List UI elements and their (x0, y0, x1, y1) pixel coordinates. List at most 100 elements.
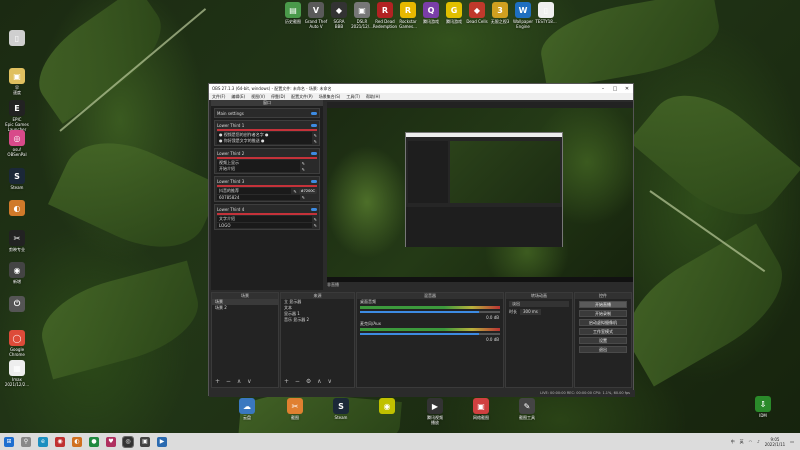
edit-icon[interactable]: ✎ (314, 217, 317, 222)
toggle-switch[interactable] (311, 179, 317, 183)
wallpaper-leaf (628, 72, 800, 238)
lower-third-text-row: 文字介绍 ✎ (217, 216, 317, 222)
lower-third-text-input[interactable]: ● 你好我是文字的推送 ● (217, 138, 312, 144)
search-icon[interactable]: ⚲ (21, 436, 31, 447)
volume-slider[interactable] (360, 333, 500, 335)
program-preview[interactable] (327, 102, 633, 282)
lower-third-divider (217, 129, 317, 131)
app-icon[interactable]: ♥ (106, 436, 116, 447)
edit-icon[interactable]: ✎ (314, 139, 317, 144)
scene-item[interactable]: 场景 2 (212, 305, 278, 311)
stream-status-label: 非直播 (327, 282, 339, 287)
desktop-icon[interactable]: ▯ TESTY18... (531, 2, 561, 24)
lower-third-header[interactable]: Lower Third 3 (217, 178, 317, 184)
lower-third-text-input[interactable]: 抖音的推荐 (217, 188, 292, 194)
app-icon[interactable]: ● (89, 436, 99, 447)
edit-icon[interactable]: ✎ (314, 223, 317, 228)
transition-select[interactable]: 淡出 (509, 301, 569, 307)
sources-toolbar[interactable]: + − ⚙ ∧ ∨ (284, 378, 334, 385)
volume-icon[interactable]: ♪ (757, 439, 760, 444)
desktop-icon[interactable]: S Steam (326, 398, 356, 420)
virtual-camera-button[interactable]: 启动虚拟摄像机 (579, 319, 627, 326)
desktop-icon[interactable]: ✎ 截图工具 (512, 398, 542, 420)
color-badge[interactable]: #7200C (298, 188, 317, 194)
menu-tools[interactable]: 工具(T) (346, 94, 360, 100)
menu-help[interactable]: 帮助(H) (366, 94, 380, 100)
edge-icon[interactable]: e (38, 436, 48, 447)
lower-third-header[interactable]: Main settings (217, 110, 317, 116)
desktop-icon[interactable]: ✂ 截图 (280, 398, 310, 420)
toggle-switch[interactable] (311, 151, 317, 155)
volume-slider[interactable] (360, 311, 500, 313)
desktop-icon[interactable]: ✂ 剪映专业 (2, 230, 32, 252)
studio-mode-button[interactable]: 工作室模式 (579, 328, 627, 335)
toggle-switch[interactable] (311, 207, 317, 211)
edit-icon[interactable]: ✎ (314, 133, 317, 138)
exit-button[interactable]: 退出 (579, 346, 627, 353)
nested-obs-preview (405, 132, 563, 247)
desktop-icon[interactable]: ⏻ (2, 296, 32, 313)
close-icon[interactable]: ✕ (621, 86, 633, 92)
duration-label: 时长 (509, 309, 517, 314)
desktop-icon[interactable]: ▦ Imax 2021/12/2... (2, 360, 32, 387)
start-streaming-button[interactable]: 开始直播 (579, 301, 627, 308)
edit-icon[interactable]: ✎ (302, 167, 305, 172)
desktop-icon[interactable]: ◯ Google Chrome (2, 330, 32, 357)
start-recording-button[interactable]: 开始录制 (579, 310, 627, 317)
desktop-icon[interactable]: ◐ (2, 200, 32, 217)
sources-panel: 来源 立 显示器 文本 显示器 1 音乐 显示器 2 + − ⚙ ∧ ∨ (280, 292, 355, 388)
desktop-icon[interactable]: EEPIC Epic Games Launcher (2, 100, 32, 132)
app-icon[interactable]: ▶ (157, 436, 167, 447)
menu-file[interactable]: 文件(F) (212, 94, 225, 100)
obs-window[interactable]: OBS 27.1.3 (64-bit, windows) - 配置文件: 未命名… (208, 83, 635, 397)
duration-input[interactable]: 300 ms (520, 309, 541, 315)
desktop-icon[interactable]: ◉ 新增 (2, 262, 32, 284)
desktop-icon[interactable]: ◉ (372, 398, 402, 415)
edit-icon[interactable]: ✎ (302, 161, 305, 166)
desktop-icon[interactable]: ▣ 早 速度 (2, 68, 32, 95)
settings-button[interactable]: 设置 (579, 337, 627, 344)
app-icon[interactable]: ▣ (140, 436, 150, 447)
menu-scene-collection[interactable]: 场景集合(S) (319, 94, 341, 100)
lower-third-header[interactable]: Lower Third 1 (217, 122, 317, 128)
menu-edit[interactable]: 编辑(E) (231, 94, 245, 100)
lower-third-text-input[interactable]: 文字介绍 (217, 216, 312, 222)
wallpaper-leaf (22, 0, 178, 124)
clock[interactable]: 9:05 2022/1/11 (765, 437, 786, 447)
tray-item[interactable]: 英 (740, 439, 744, 445)
desktop-icon[interactable]: ▣ 网络截图 (466, 398, 496, 420)
desktop-icon[interactable]: ▶ 腾讯视频 播放 (420, 398, 450, 425)
menu-profile[interactable]: 配置文件(P) (291, 94, 313, 100)
lower-third-text-input[interactable]: 60785824 (217, 194, 300, 200)
desktop-icon[interactable]: ◎ osu! OBSenPal (2, 130, 32, 157)
app-icon: ▶ (427, 398, 443, 414)
lower-third-text-input[interactable]: LOGO (217, 222, 312, 228)
obs-titlebar[interactable]: OBS 27.1.3 (64-bit, windows) - 配置文件: 未命名… (209, 84, 633, 93)
mixer-channel-name: 桌面音频 (360, 299, 376, 304)
app-icon[interactable]: ◉ (55, 436, 65, 447)
menu-docks[interactable]: 停靠(D) (271, 94, 285, 100)
source-item[interactable]: 音乐 显示器 2 (281, 317, 354, 323)
notification-icon[interactable]: ▭ (790, 439, 794, 444)
desktop-icon-label: 截图 (291, 415, 299, 420)
edit-icon[interactable]: ✎ (293, 189, 296, 194)
toggle-switch[interactable] (311, 111, 317, 115)
desktop-icon[interactable]: ☁ 云盘 (232, 398, 262, 420)
desktop-icon[interactable]: S Steam (2, 168, 32, 190)
tray-item[interactable]: 中 (731, 439, 735, 445)
lower-third-header[interactable]: Lower Third 4 (217, 206, 317, 212)
app-icon[interactable]: ◐ (72, 436, 82, 447)
lower-third-text-input[interactable]: 开始介绍 (217, 166, 300, 172)
lower-third-header[interactable]: Lower Third 2 (217, 150, 317, 156)
desktop-icon-idm[interactable]: ⇩ IDM (748, 396, 778, 418)
scenes-toolbar[interactable]: + − ∧ ∨ (215, 378, 254, 385)
windows-start-icon[interactable]: ⊞ (4, 436, 14, 447)
menu-view[interactable]: 视图(V) (251, 94, 265, 100)
minimize-icon[interactable]: – (597, 86, 609, 92)
maximize-icon[interactable]: □ (609, 86, 621, 92)
toggle-switch[interactable] (311, 123, 317, 127)
edit-icon[interactable]: ✎ (302, 195, 305, 200)
obs-taskbar-icon[interactable]: ◎ (122, 435, 134, 448)
desktop-icon[interactable]: ▯ (2, 30, 32, 47)
wifi-icon[interactable]: ◠ (749, 439, 753, 444)
